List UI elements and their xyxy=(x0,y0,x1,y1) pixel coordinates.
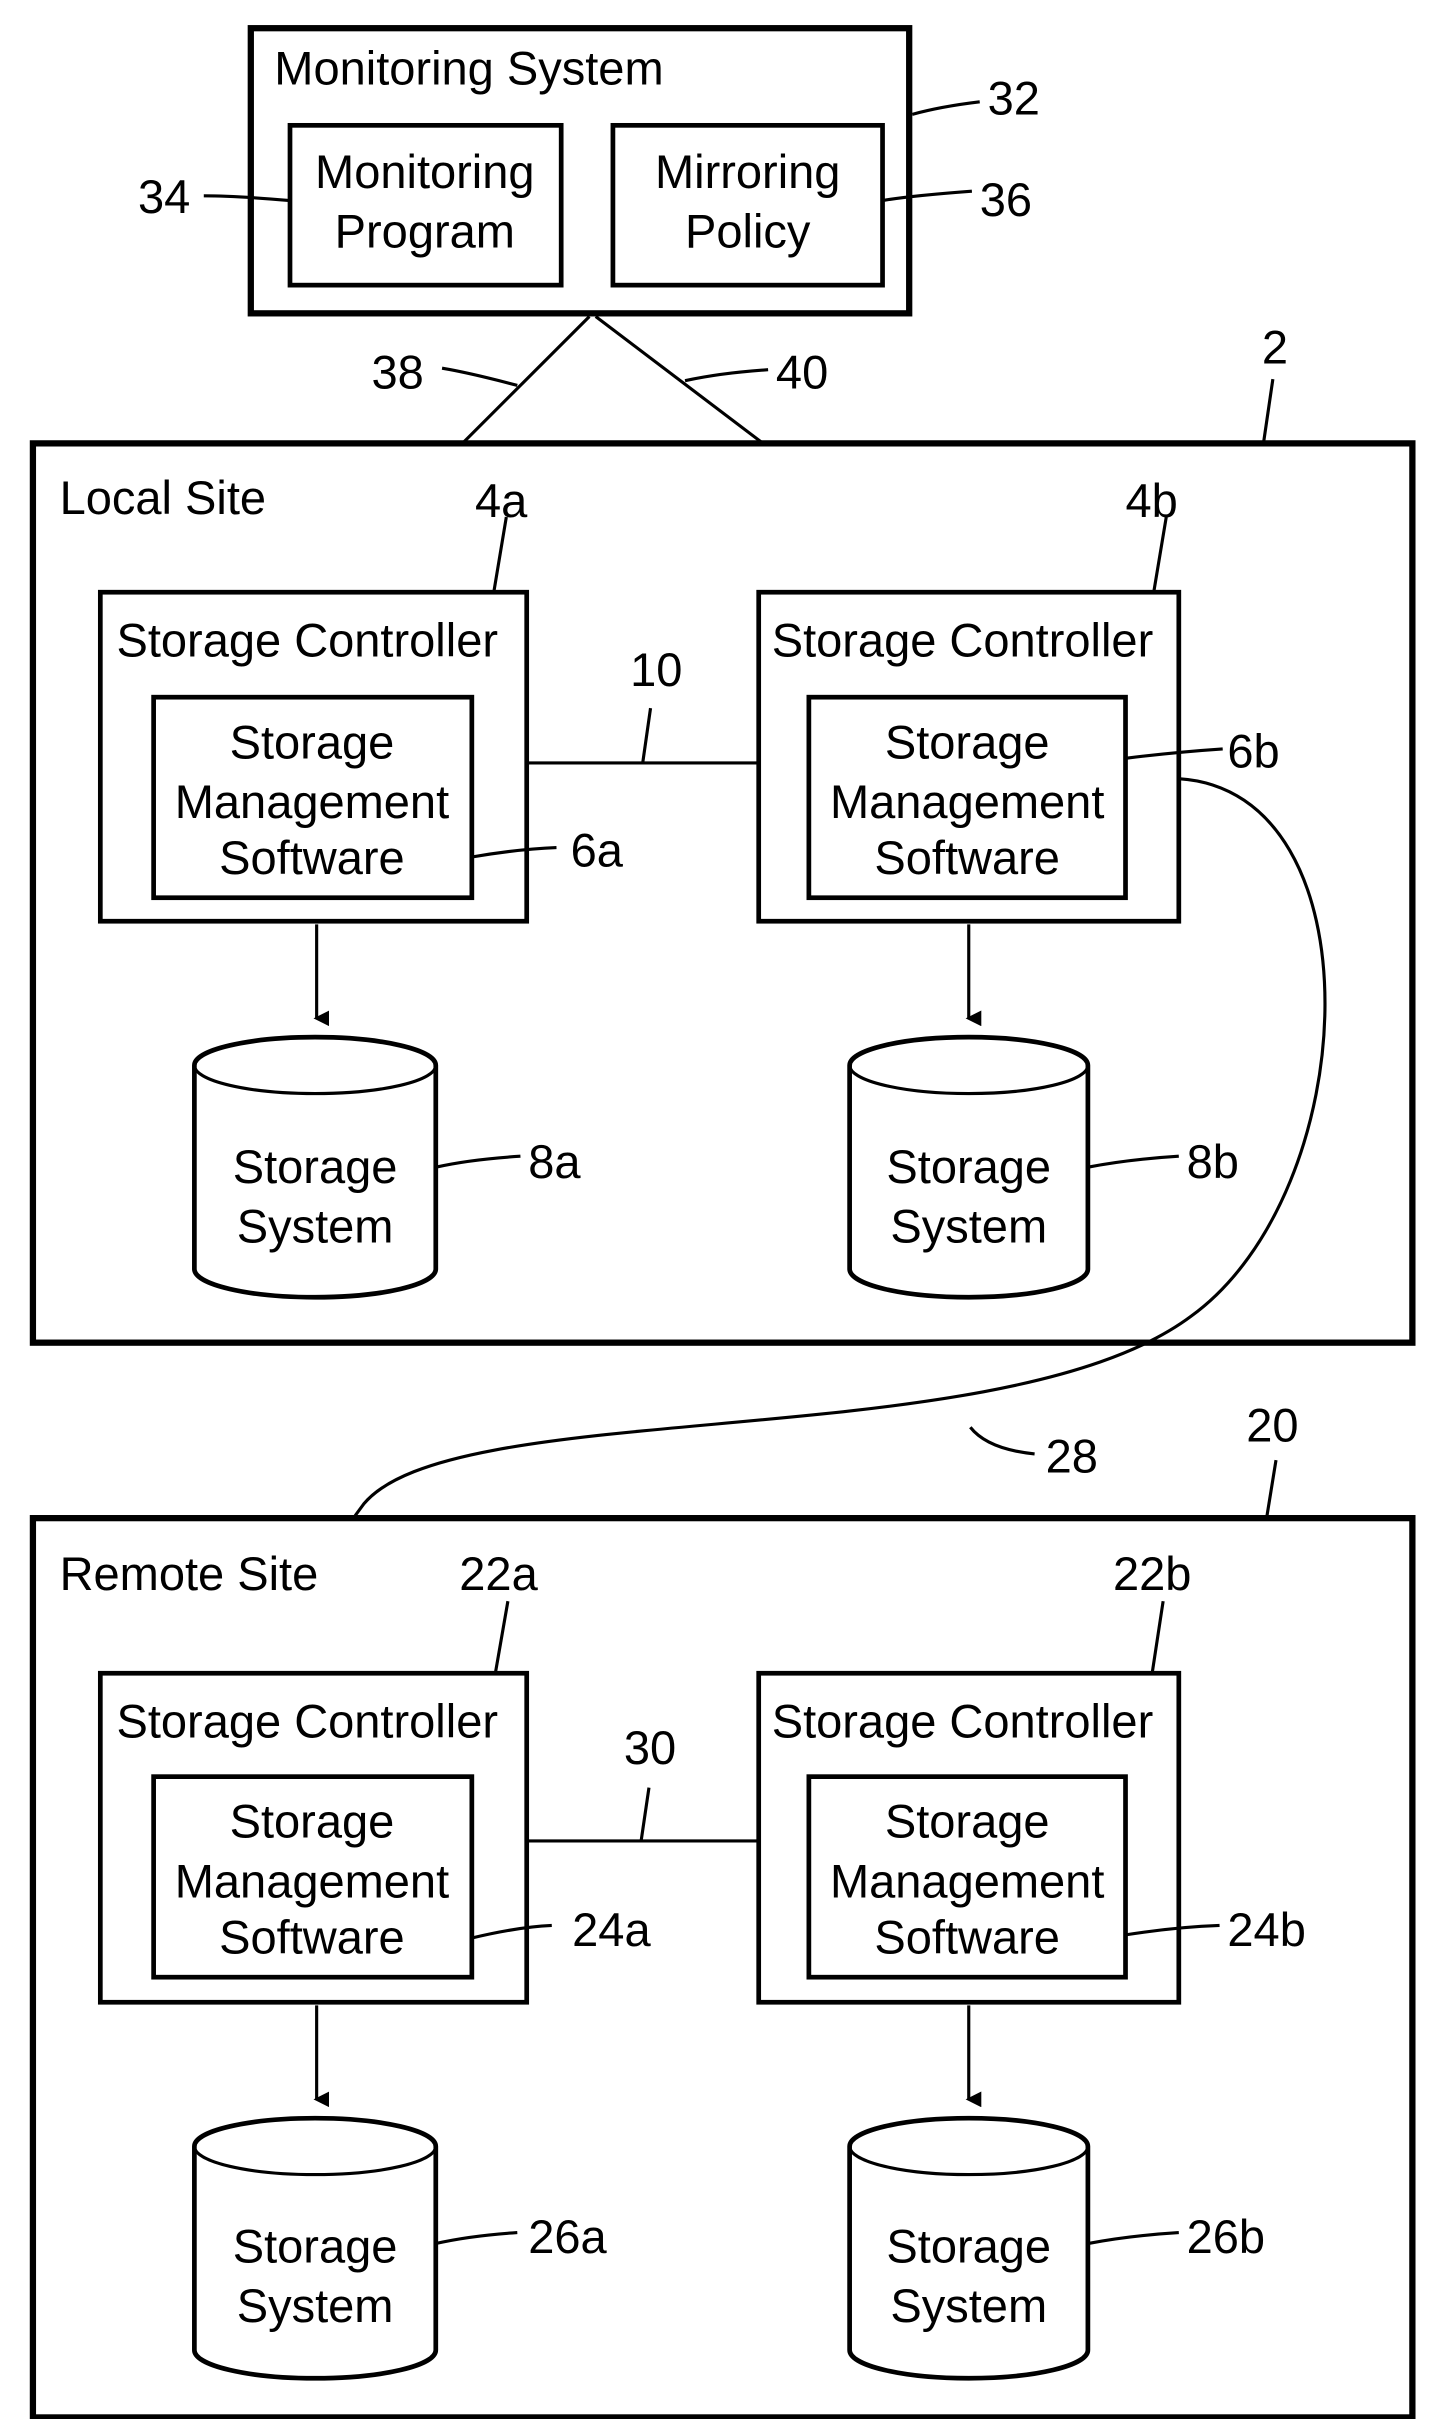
ref-4a: 4a xyxy=(475,474,528,527)
mirroring-policy-label-2: Policy xyxy=(685,205,811,258)
ref-8a: 8a xyxy=(528,1135,581,1188)
software-label-2: Management xyxy=(830,1854,1104,1907)
software-label-3: Software xyxy=(874,831,1060,884)
ref-8b: 8b xyxy=(1187,1135,1239,1188)
ref-40: 40 xyxy=(776,346,828,399)
software-label-3: Software xyxy=(219,831,405,884)
ref-6b: 6b xyxy=(1227,725,1279,778)
storage-controller-22b: Storage Controller Storage Management So… xyxy=(756,1670,1182,2005)
leader-32 xyxy=(911,100,980,116)
remote-site-title: Remote Site xyxy=(60,1547,319,1600)
storage-system-8a: Storage System xyxy=(192,1034,439,1300)
ref-4b: 4b xyxy=(1126,474,1178,527)
storage-controller-4b: Storage Controller Storage Management So… xyxy=(756,589,1182,924)
software-label-1: Storage xyxy=(885,1795,1050,1848)
ref-10: 10 xyxy=(630,643,682,696)
leader-20 xyxy=(1265,1459,1278,1519)
storage-system-label-1: Storage xyxy=(886,2219,1051,2272)
monitoring-system: Monitoring System 32 Monitoring Program … xyxy=(138,25,1040,317)
software-label-3: Software xyxy=(874,1911,1060,1964)
storage-controller-title: Storage Controller xyxy=(116,1694,498,1747)
storage-controller-title: Storage Controller xyxy=(772,1694,1154,1747)
leader-38 xyxy=(441,366,518,387)
storage-system-label-1: Storage xyxy=(233,2219,398,2272)
storage-controller-title: Storage Controller xyxy=(772,613,1154,666)
software-label-1: Storage xyxy=(885,715,1050,768)
local-site: Local Site 2 10 Storage Controller Stora… xyxy=(29,320,1416,1346)
software-label-3: Software xyxy=(219,1911,405,1964)
ref-28: 28 xyxy=(1046,1430,1098,1483)
software-label-2: Management xyxy=(175,775,449,828)
storage-system-label-2: System xyxy=(890,1199,1047,1252)
storage-system-label-1: Storage xyxy=(233,1140,398,1193)
ref-2: 2 xyxy=(1262,320,1288,373)
ref-32: 32 xyxy=(988,71,1040,124)
ref-24a: 24a xyxy=(572,1903,651,1956)
diagram: Monitoring System 32 Monitoring Program … xyxy=(29,25,1416,2419)
ref-20: 20 xyxy=(1246,1398,1298,1451)
leader-2 xyxy=(1261,378,1275,444)
ref-26a: 26a xyxy=(528,2210,607,2263)
ref-30: 30 xyxy=(624,1721,676,1774)
mirroring-policy-label-1: Mirroring xyxy=(655,145,840,198)
software-label-2: Management xyxy=(175,1854,449,1907)
ref-36: 36 xyxy=(980,173,1032,226)
ref-26b: 26b xyxy=(1187,2210,1265,2263)
storage-system-label-2: System xyxy=(890,2279,1047,2332)
ref-22a: 22a xyxy=(459,1547,538,1600)
ref-22b: 22b xyxy=(1113,1547,1191,1600)
local-site-title: Local Site xyxy=(60,471,266,524)
storage-system-label-2: System xyxy=(237,1199,394,1252)
leader-40 xyxy=(684,368,769,383)
storage-controller-title: Storage Controller xyxy=(116,613,498,666)
storage-system-26a: Storage System xyxy=(192,2115,439,2381)
storage-system-26b: Storage System xyxy=(847,2115,1091,2381)
monitoring-program-box: Monitoring Program xyxy=(287,122,564,288)
ref-38: 38 xyxy=(372,346,424,399)
storage-system-label-1: Storage xyxy=(886,1140,1051,1193)
monitoring-program-label-1: Monitoring xyxy=(315,145,535,198)
ref-34: 34 xyxy=(138,170,190,223)
storage-system-label-2: System xyxy=(237,2279,394,2332)
storage-system-8b: Storage System xyxy=(847,1034,1091,1300)
software-label-1: Storage xyxy=(230,1795,395,1848)
monitoring-program-label-2: Program xyxy=(335,205,515,258)
storage-controller-22a: Storage Controller Storage Management So… xyxy=(97,1670,530,2005)
ref-24b: 24b xyxy=(1227,1903,1305,1956)
software-label-2: Management xyxy=(830,775,1104,828)
monitoring-system-title: Monitoring System xyxy=(274,42,663,95)
software-label-1: Storage xyxy=(230,715,395,768)
leader-28 xyxy=(969,1426,1035,1456)
storage-controller-4a: Storage Controller Storage Management So… xyxy=(97,589,530,924)
remote-site: Remote Site 20 30 Storage Controller Sto… xyxy=(29,1398,1416,2419)
mirroring-policy-box: Mirroring Policy xyxy=(610,122,885,288)
ref-6a: 6a xyxy=(571,823,624,876)
